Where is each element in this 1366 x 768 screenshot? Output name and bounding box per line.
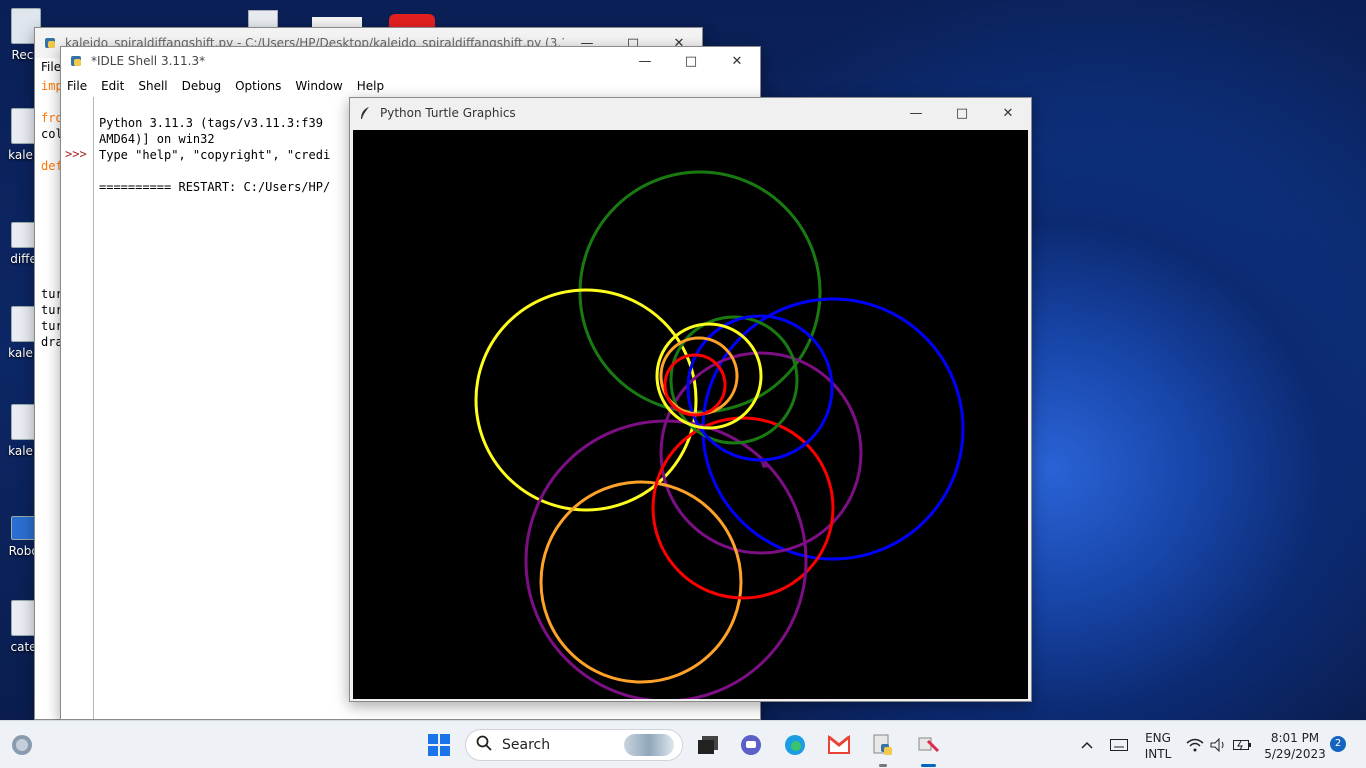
minimize-icon[interactable]: — xyxy=(893,99,939,127)
taskbar: Search ENG INTL 8:01 PM 5/29/2023 xyxy=(0,720,1366,768)
search-icon xyxy=(476,735,492,755)
python-app-icon[interactable] xyxy=(869,731,897,767)
menu-file[interactable]: File xyxy=(67,79,87,93)
maximize-icon[interactable]: □ xyxy=(668,47,714,75)
menu-shell[interactable]: Shell xyxy=(138,79,167,93)
chevron-up-icon[interactable] xyxy=(1073,731,1101,759)
turtle-titlebar[interactable]: Python Turtle Graphics — □ ✕ xyxy=(350,98,1031,128)
python-feather-icon xyxy=(43,36,57,50)
edge-browser-icon[interactable] xyxy=(781,731,809,759)
menu-window[interactable]: Window xyxy=(295,79,342,93)
clock-date: 5/29/2023 xyxy=(1264,747,1326,761)
teams-chat-icon[interactable] xyxy=(737,731,765,759)
search-label: Search xyxy=(502,737,551,753)
app-running-indicator xyxy=(879,764,887,767)
keyboard-icon[interactable] xyxy=(1105,731,1133,759)
keyboard-layout: INTL xyxy=(1144,747,1172,761)
turtle-drawing xyxy=(474,170,965,703)
close-icon[interactable]: ✕ xyxy=(985,99,1031,127)
taskbar-search[interactable]: Search xyxy=(465,729,683,761)
feather-icon xyxy=(358,106,372,120)
start-icon[interactable] xyxy=(425,731,453,759)
clock[interactable]: 8:01 PM 5/29/2023 xyxy=(1262,730,1328,762)
turtle-canvas[interactable] xyxy=(353,130,1028,703)
turtle-circle xyxy=(578,170,822,414)
minimize-icon[interactable]: — xyxy=(622,47,668,75)
menu-edit[interactable]: Edit xyxy=(101,79,124,93)
turtle-app-icon[interactable] xyxy=(914,731,942,767)
menu-help[interactable]: Help xyxy=(357,79,384,93)
notification-badge[interactable]: 2 xyxy=(1330,736,1346,752)
idle-title: *IDLE Shell 3.11.3* xyxy=(91,54,206,68)
python-feather-icon xyxy=(69,54,83,68)
widgets-icon[interactable] xyxy=(8,731,36,759)
task-view-icon[interactable] xyxy=(694,731,722,759)
editor-code[interactable]: imp fro col def tur tur tur dra xyxy=(35,78,63,350)
shell-prompt: >>> xyxy=(61,97,94,719)
desktop-icon-document[interactable] xyxy=(248,10,278,28)
language-code: ENG xyxy=(1145,731,1171,745)
app-active-indicator xyxy=(921,764,936,767)
menu-options[interactable]: Options xyxy=(235,79,281,93)
menu-debug[interactable]: Debug xyxy=(182,79,221,93)
maximize-icon[interactable]: □ xyxy=(939,99,985,127)
idle-titlebar[interactable]: *IDLE Shell 3.11.3* — □ ✕ xyxy=(61,47,760,75)
close-icon[interactable]: ✕ xyxy=(714,47,760,75)
search-highlight-icon xyxy=(624,734,674,756)
clock-time: 8:01 PM xyxy=(1270,731,1320,745)
idle-menubar: File Edit Shell Debug Options Window Hel… xyxy=(61,75,760,97)
battery-icon[interactable] xyxy=(1228,731,1256,759)
language-indicator[interactable]: ENG INTL xyxy=(1138,730,1178,762)
gmail-icon[interactable] xyxy=(825,731,853,759)
turtle-title: Python Turtle Graphics xyxy=(380,106,516,120)
turtle-circle xyxy=(539,480,743,684)
turtle-graphics-window[interactable]: Python Turtle Graphics — □ ✕ xyxy=(349,97,1032,703)
